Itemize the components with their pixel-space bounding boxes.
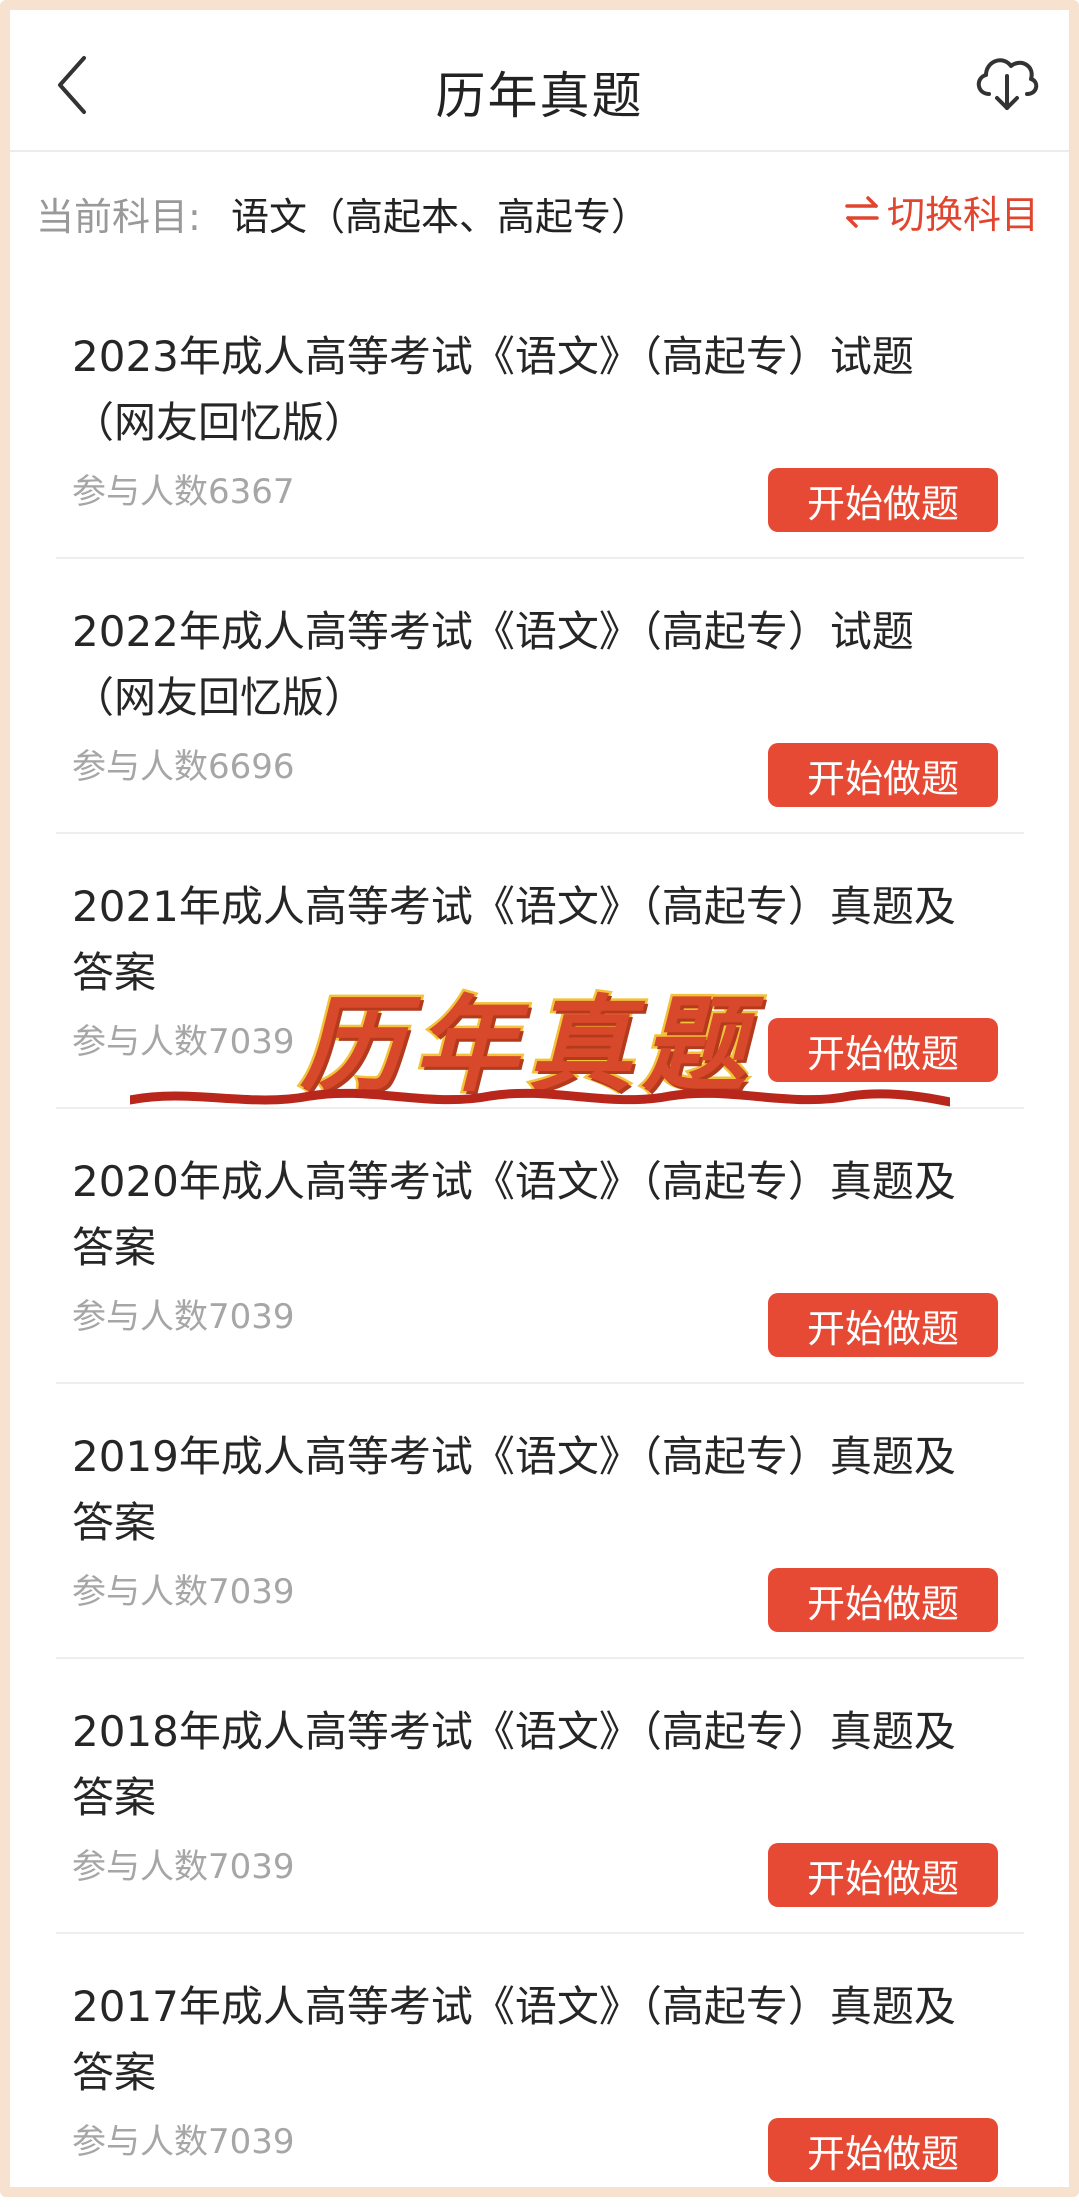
- start-quiz-button[interactable]: 开始做题: [768, 1018, 998, 1082]
- participant-count: 参与人数7039: [72, 1297, 295, 1337]
- start-quiz-button[interactable]: 开始做题: [768, 2118, 998, 2182]
- list-item[interactable]: 2020年成人高等考试《语文》（高起专）真题及答案 参与人数7039 开始做题: [56, 1109, 1024, 1384]
- exam-title: 2019年成人高等考试《语文》（高起专）真题及答案: [72, 1432, 956, 1547]
- participant-count: 参与人数7039: [72, 2122, 295, 2162]
- list-item[interactable]: 2022年成人高等考试《语文》（高起专）试题（网友回忆版） 参与人数6696 开…: [56, 559, 1024, 834]
- swap-arrows-icon: [845, 195, 879, 228]
- start-quiz-button[interactable]: 开始做题: [768, 1293, 998, 1357]
- participant-count: 参与人数7039: [72, 1022, 295, 1062]
- participant-count: 参与人数6367: [72, 472, 295, 512]
- current-subject: 语文（高起本、高起专）: [231, 195, 650, 239]
- list-item[interactable]: 2021年成人高等考试《语文》（高起专）真题及答案 参与人数7039 开始做题: [56, 834, 1024, 1109]
- exam-title: 2022年成人高等考试《语文》（高起专）试题（网友回忆版）: [72, 607, 914, 722]
- subject-bar: 当前科目: 语文（高起本、高起专） 切换科目: [36, 180, 1043, 240]
- start-quiz-button[interactable]: 开始做题: [768, 743, 998, 807]
- switch-subject-button[interactable]: 切换科目: [843, 184, 1039, 239]
- header-bar: 历年真题: [10, 10, 1069, 152]
- list-item[interactable]: 2018年成人高等考试《语文》（高起专）真题及答案 参与人数7039 开始做题: [56, 1659, 1024, 1934]
- exam-title: 2023年成人高等考试《语文》（高起专）试题（网友回忆版）: [72, 332, 914, 447]
- start-quiz-button[interactable]: 开始做题: [768, 1843, 998, 1907]
- participant-count: 参与人数7039: [72, 1847, 295, 1887]
- switch-subject-label: 切换科目: [886, 193, 1039, 237]
- participant-count: 参与人数6696: [72, 747, 295, 787]
- cloud-download-icon[interactable]: [971, 46, 1041, 116]
- exam-list: 2023年成人高等考试《语文》（高起专）试题（网友回忆版） 参与人数6367 开…: [56, 284, 1024, 2207]
- page-title: 历年真题: [435, 67, 644, 125]
- subject-label: 当前科目:: [36, 195, 201, 239]
- list-item[interactable]: 2023年成人高等考试《语文》（高起专）试题（网友回忆版） 参与人数6367 开…: [56, 284, 1024, 559]
- exam-title: 2021年成人高等考试《语文》（高起专）真题及答案: [72, 882, 956, 997]
- start-quiz-button[interactable]: 开始做题: [768, 468, 998, 532]
- exam-title: 2020年成人高等考试《语文》（高起专）真题及答案: [72, 1157, 956, 1272]
- participant-count: 参与人数7039: [72, 1572, 295, 1612]
- list-item[interactable]: 2017年成人高等考试《语文》（高起专）真题及答案 参与人数7039 开始做题: [56, 1934, 1024, 2207]
- exam-title: 2017年成人高等考试《语文》（高起专）真题及答案: [72, 1982, 956, 2097]
- start-quiz-button[interactable]: 开始做题: [768, 1568, 998, 1632]
- list-item[interactable]: 2019年成人高等考试《语文》（高起专）真题及答案 参与人数7039 开始做题: [56, 1384, 1024, 1659]
- exam-title: 2018年成人高等考试《语文》（高起专）真题及答案: [72, 1707, 956, 1822]
